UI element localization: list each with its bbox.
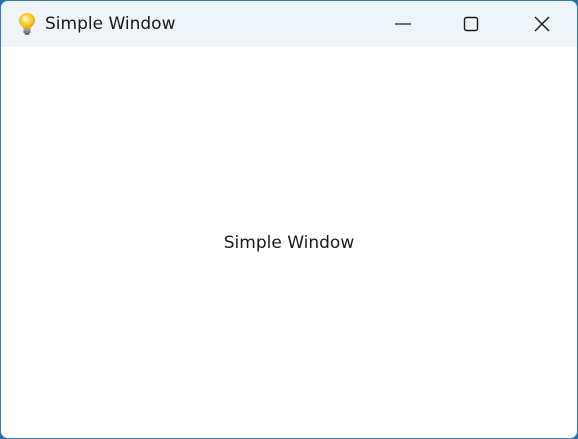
window-title: Simple Window bbox=[45, 14, 176, 34]
close-button[interactable] bbox=[508, 1, 576, 47]
window-content: Simple Window bbox=[1, 47, 577, 438]
maximize-icon bbox=[462, 15, 480, 33]
lightbulb-icon bbox=[17, 12, 37, 36]
minimize-icon bbox=[394, 15, 412, 33]
title-bar[interactable]: Simple Window bbox=[1, 1, 577, 47]
content-label: Simple Window bbox=[223, 233, 355, 253]
close-icon bbox=[533, 15, 551, 33]
maximize-button[interactable] bbox=[437, 1, 505, 47]
app-window: Simple Window Simple Window bbox=[0, 0, 578, 439]
minimize-button[interactable] bbox=[369, 1, 437, 47]
